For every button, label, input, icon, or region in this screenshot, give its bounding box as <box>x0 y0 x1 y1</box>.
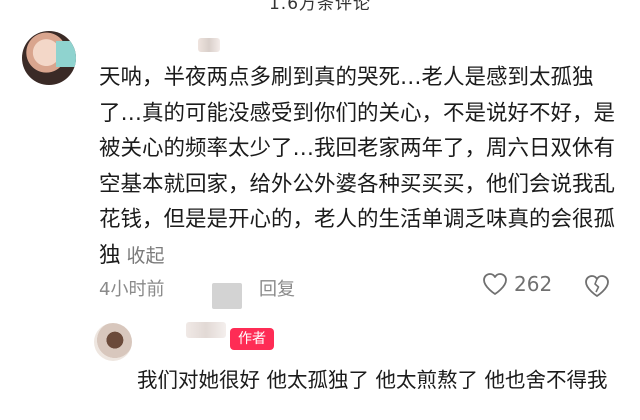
author-badge: 作者 <box>230 328 274 350</box>
reply-button[interactable]: 回复 <box>259 275 295 301</box>
heart-outline-icon <box>483 273 507 295</box>
username-redacted <box>198 38 220 52</box>
dislike-button[interactable] <box>584 274 610 302</box>
avatar-overlay <box>56 41 76 67</box>
user-avatar[interactable] <box>22 31 76 85</box>
reply-body: 我们对她很好 他太孤独了 他太煎熬了 他也舍不得我 <box>137 368 608 392</box>
like-button[interactable]: 262 <box>482 272 552 296</box>
collapse-link[interactable]: 收起 <box>127 245 165 267</box>
comment-text: 天呐，半夜两点多刷到真的哭死…老人是感到太孤独了…真的可能没感受到你们的关心，不… <box>99 65 616 268</box>
author-name-redacted <box>186 322 226 338</box>
comment-time: 4小时前 <box>99 279 165 300</box>
comment-count-header: 1.6万条评论 <box>268 0 372 14</box>
like-count: 262 <box>514 272 553 296</box>
comment-body: 天呐，半夜两点多刷到真的哭死…老人是感到太孤独了…真的可能没感受到你们的关心，不… <box>99 60 629 274</box>
broken-heart-icon <box>585 275 609 297</box>
author-avatar[interactable] <box>94 323 132 361</box>
redacted-block <box>212 283 242 309</box>
